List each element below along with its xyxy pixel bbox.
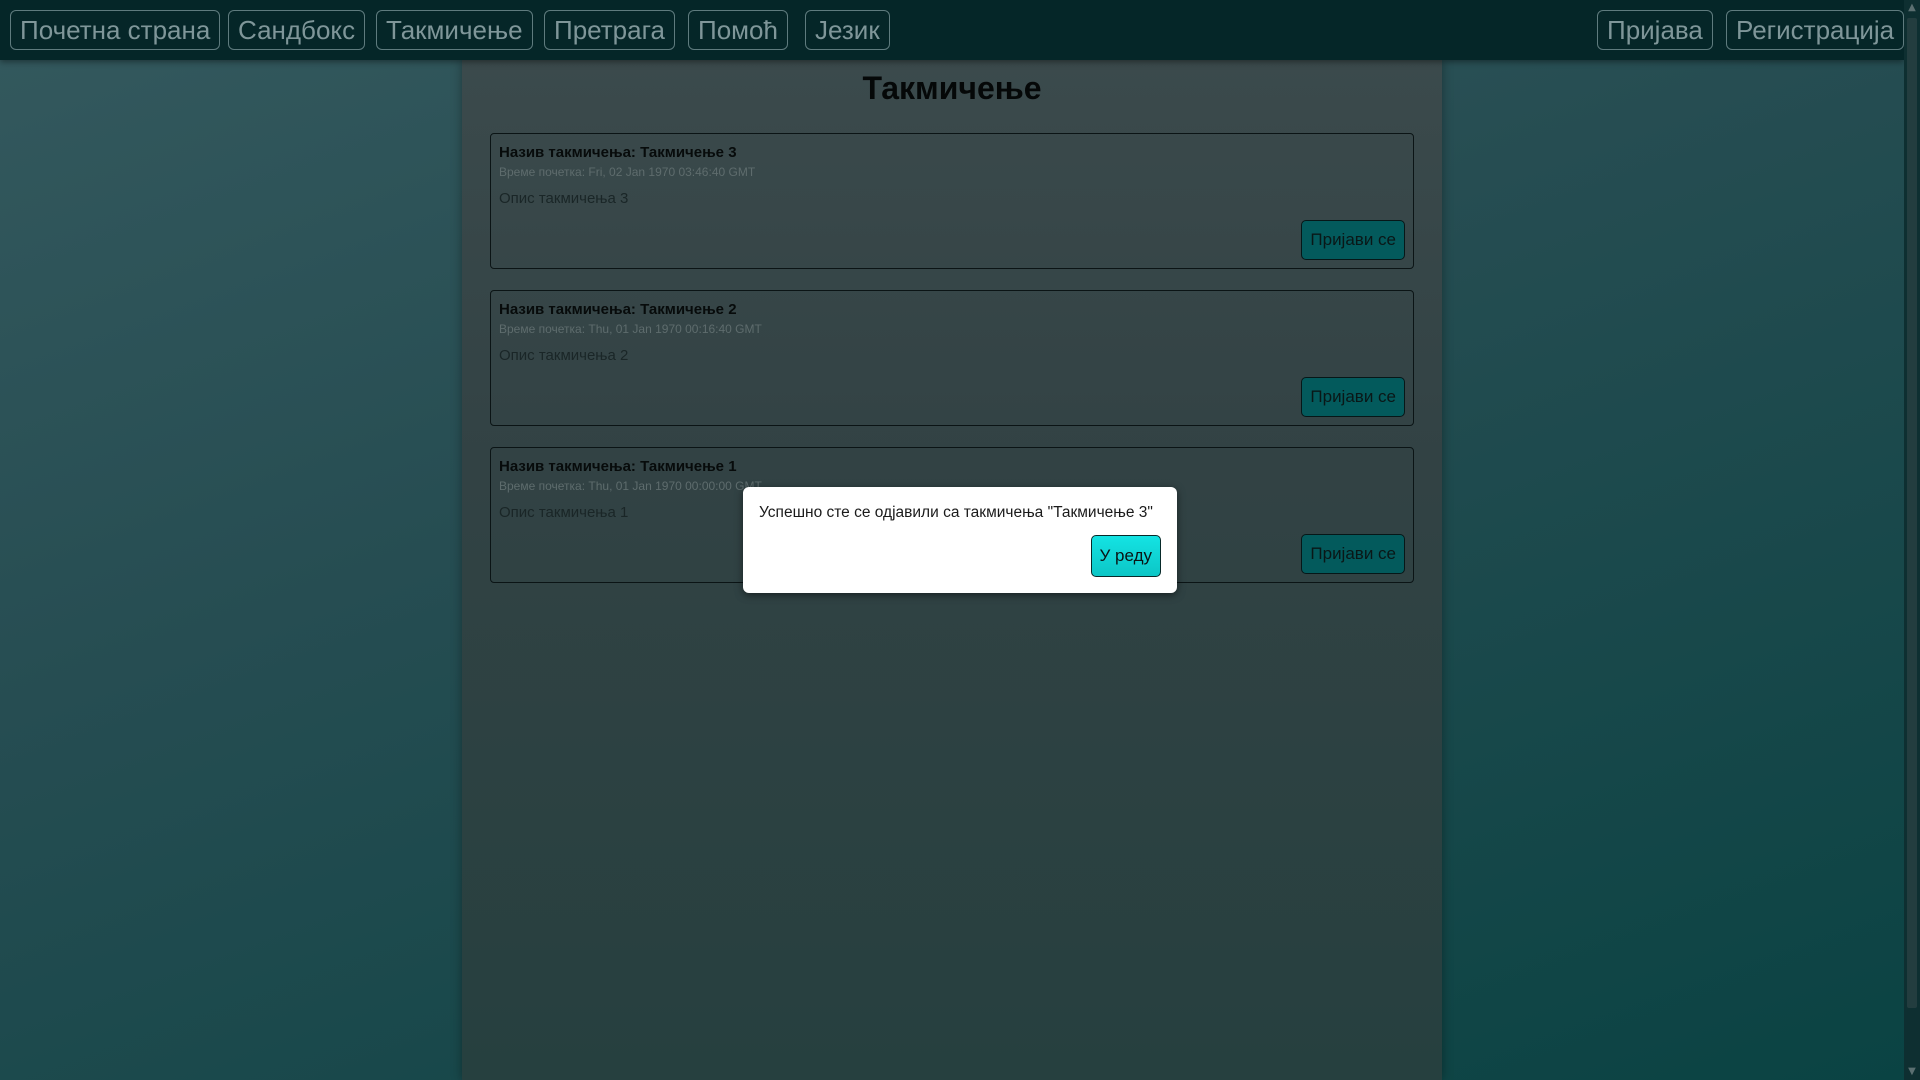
nav-login-button[interactable]: Пријава xyxy=(1597,10,1713,50)
nav-help-button[interactable]: Помоћ xyxy=(688,10,788,50)
competition-title: Назив такмичења: Такмичење 1 xyxy=(499,458,737,475)
page-title: Такмичење xyxy=(862,70,1042,106)
competition-card: Назив такмичења: Такмичење 3 Време почет… xyxy=(490,133,1414,269)
scroll-up-arrow-icon[interactable]: ▲ xyxy=(1904,0,1920,16)
competition-title: Назив такмичења: Такмичење 2 xyxy=(499,301,737,318)
nav-language-button[interactable]: Језик xyxy=(805,10,890,50)
competition-start-time: Време почетка: Thu, 01 Jan 1970 00:16:40… xyxy=(499,322,762,336)
nav-search-button[interactable]: Претрага xyxy=(544,10,675,50)
scrollbar-thumb[interactable] xyxy=(1907,18,1917,1008)
competition-register-button[interactable]: Пријави се xyxy=(1301,534,1405,574)
nav-home-button[interactable]: Почетна страна xyxy=(10,10,221,50)
scroll-down-arrow-icon[interactable]: ▼ xyxy=(1904,1064,1920,1080)
competition-description: Опис такмичења 1 xyxy=(499,504,629,521)
competition-card: Назив такмичења: Такмичење 2 Време почет… xyxy=(490,290,1414,426)
modal-ok-button[interactable]: У реду xyxy=(1090,535,1161,577)
nav-sandbox-button[interactable]: Сандбокс xyxy=(228,10,366,50)
top-navbar: Почетна страна Сандбокс Такмичење Претра… xyxy=(0,0,1905,60)
page-scrollbar[interactable]: ▲ ▼ xyxy=(1904,0,1920,1080)
competition-description: Опис такмичења 3 xyxy=(499,190,629,207)
competition-start-time: Време почетка: Fri, 02 Jan 1970 03:46:40… xyxy=(499,165,756,179)
competition-register-button[interactable]: Пријави се xyxy=(1301,377,1405,417)
competition-title: Назив такмичења: Такмичење 3 xyxy=(499,144,737,161)
notification-modal: Успешно сте се одјавили са такмичења "Та… xyxy=(743,487,1177,593)
modal-message: Успешно сте се одјавили са такмичења "Та… xyxy=(759,504,1153,521)
competition-description: Опис такмичења 2 xyxy=(499,347,629,364)
nav-register-button[interactable]: Регистрација xyxy=(1726,10,1905,50)
nav-competition-button[interactable]: Такмичење xyxy=(376,10,533,50)
competition-start-time: Време почетка: Thu, 01 Jan 1970 00:00:00… xyxy=(499,479,762,493)
competition-register-button[interactable]: Пријави се xyxy=(1301,220,1405,260)
